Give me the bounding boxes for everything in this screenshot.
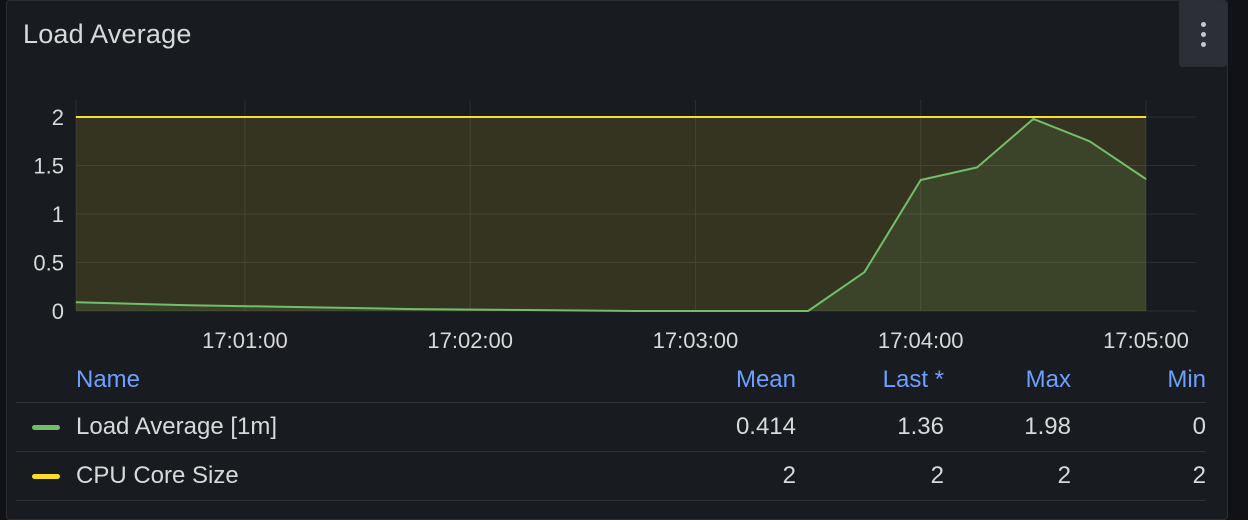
- data-point: [1145, 116, 1147, 118]
- legend-header-mean[interactable]: Mean: [736, 358, 796, 402]
- legend-value-last: 1.36: [897, 413, 944, 440]
- data-point: [300, 306, 302, 308]
- legend-header-min[interactable]: Min: [1167, 358, 1206, 402]
- y-tick-label: 1: [52, 202, 64, 227]
- legend-row-load-average[interactable]: Load Average [1m] 0.414 1.36 1.98 0: [16, 403, 1206, 452]
- x-tick-label: 17:04:00: [878, 328, 964, 353]
- legend-header-row: Name Mean Last * Max Min: [16, 358, 1206, 403]
- legend-swatch-cpu-icon: [32, 474, 60, 479]
- legend-value-min: 0: [1192, 413, 1206, 440]
- data-point: [75, 116, 77, 118]
- legend-swatch-load-icon: [32, 425, 60, 430]
- data-point: [413, 308, 415, 310]
- y-tick-label: 2: [52, 105, 64, 130]
- y-tick-label: 0.5: [33, 251, 64, 276]
- data-point: [1089, 140, 1091, 142]
- data-point: [1145, 178, 1147, 180]
- x-tick-label: 17:02:00: [427, 328, 513, 353]
- legend-header-max[interactable]: Max: [1026, 358, 1071, 402]
- load-average-chart[interactable]: 0 0.5 1 1.5 2 17:01:00 17:02:00 17:03:00 17:04:…: [0, 0, 1248, 360]
- data-point: [976, 166, 978, 168]
- y-axis-ticks: 0 0.5 1 1.5 2: [33, 105, 64, 324]
- data-point: [75, 301, 77, 303]
- legend-value-max: 1.98: [1024, 413, 1071, 440]
- data-point: [863, 271, 865, 273]
- data-point: [638, 310, 640, 312]
- legend-row-cpu-core-size[interactable]: CPU Core Size 2 2 2 2: [16, 452, 1206, 501]
- y-tick-label: 1.5: [33, 154, 64, 179]
- legend-value-min: 2: [1192, 462, 1206, 489]
- legend-value-last: 2: [930, 462, 944, 489]
- legend-header-last[interactable]: Last *: [883, 358, 944, 402]
- legend-table: Name Mean Last * Max Min Load Average [1…: [16, 358, 1206, 501]
- legend-value-mean: 2: [782, 462, 796, 489]
- legend-series-name[interactable]: Load Average [1m]: [76, 403, 277, 451]
- chart-areas: [76, 117, 1146, 312]
- x-tick-label: 17:03:00: [653, 328, 739, 353]
- legend-header-name[interactable]: Name: [76, 358, 140, 402]
- data-point: [807, 310, 809, 312]
- data-point: [1032, 118, 1034, 120]
- data-point: [526, 309, 528, 311]
- x-tick-label: 17:01:00: [202, 328, 288, 353]
- data-point: [188, 304, 190, 306]
- x-tick-label: 17:05:00: [1103, 328, 1189, 353]
- data-point: [751, 310, 753, 312]
- y-tick-label: 0: [52, 299, 64, 324]
- data-point: [920, 179, 922, 181]
- legend-series-name[interactable]: CPU Core Size: [76, 452, 239, 500]
- legend-value-mean: 0.414: [735, 413, 796, 440]
- x-axis-ticks: 17:01:00 17:02:00 17:03:00 17:04:00 17:05:00: [202, 328, 1189, 353]
- legend-value-max: 2: [1057, 462, 1071, 489]
